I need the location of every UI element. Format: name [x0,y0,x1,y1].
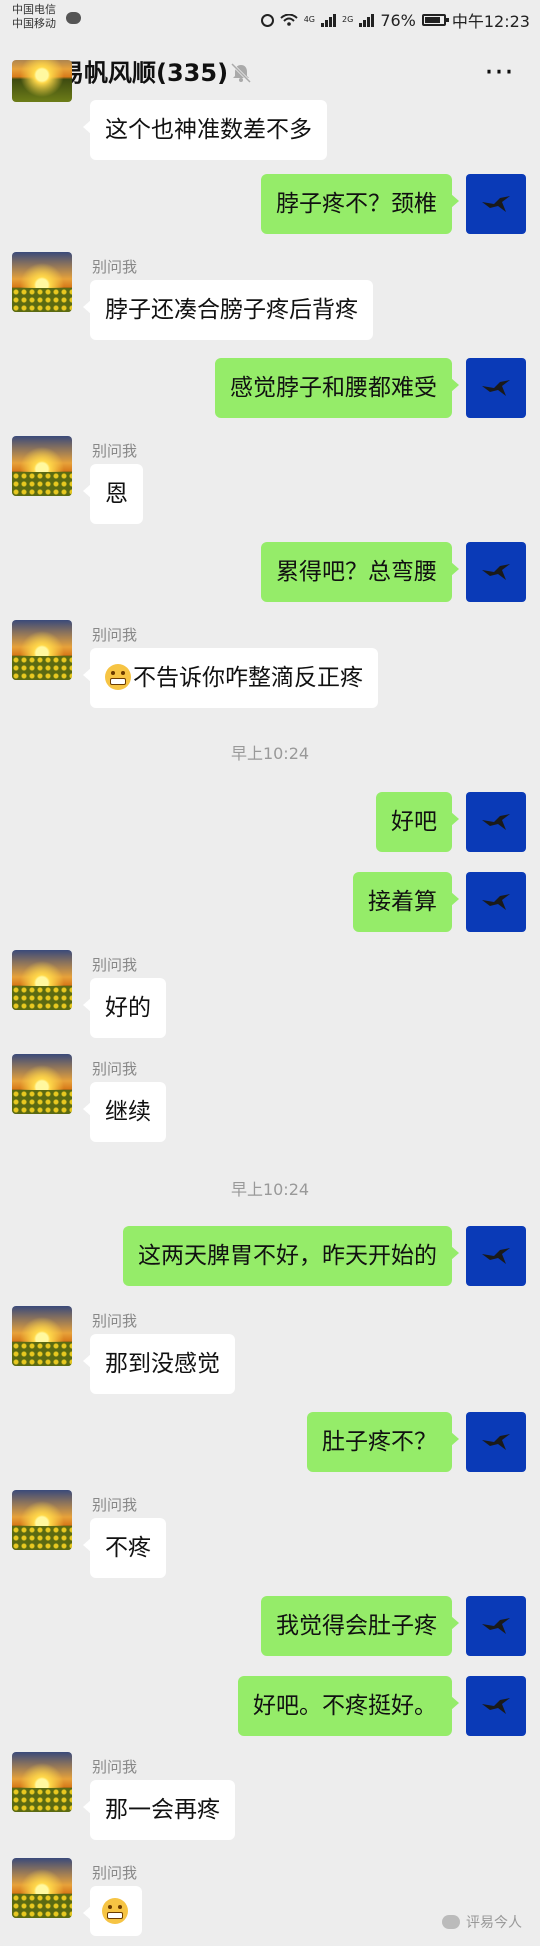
bird-icon [482,1248,510,1264]
sender-name: 别问我 [92,1312,138,1330]
message-bubble[interactable]: 好吧。不疼挺好。 [238,1676,459,1736]
avatar[interactable] [466,1676,526,1736]
avatar[interactable] [12,436,72,496]
bird-icon [482,1434,510,1450]
message-bubble[interactable]: 感觉脖子和腰都难受 [215,358,459,418]
timestamp: 早上10:24 [230,1180,310,1199]
message-bubble[interactable] [83,1886,142,1936]
sender-name: 别问我 [92,1060,138,1078]
bird-icon [482,564,510,580]
message-bubble[interactable]: 那到没感觉 [83,1334,235,1394]
message-bubble[interactable]: 我觉得会肚子疼 [261,1596,459,1656]
message-bubble[interactable]: 接着算 [353,872,459,932]
sender-name: 别问我 [92,1864,138,1882]
avatar[interactable] [12,1306,72,1366]
sender-name: 别问我 [92,1496,138,1514]
avatar[interactable] [466,542,526,602]
sender-name: 别问我 [92,258,138,276]
avatar[interactable] [12,60,72,102]
avatar[interactable] [12,950,72,1010]
message-bubble[interactable]: 那一会再疼 [83,1780,235,1840]
bird-icon [482,380,510,396]
avatar[interactable] [466,792,526,852]
message-bubble[interactable]: 不告诉你咋整滴反正疼 [83,648,378,708]
timestamp: 早上10:24 [230,744,310,763]
bird-icon [482,1618,510,1634]
message-bubble[interactable]: 好的 [83,978,166,1038]
avatar[interactable] [12,1490,72,1550]
bird-icon [482,894,510,910]
avatar[interactable] [12,1752,72,1812]
message-bubble[interactable]: 继续 [83,1082,166,1142]
sender-name: 别问我 [92,956,138,974]
message-bubble[interactable]: 不疼 [83,1518,166,1578]
avatar[interactable] [466,1596,526,1656]
avatar[interactable] [12,620,72,680]
message-bubble[interactable]: 好吧 [376,792,459,852]
avatar[interactable] [466,1226,526,1286]
message-text: 不告诉你咋整滴反正疼 [133,665,363,691]
sender-name: 别问我 [92,626,138,644]
avatar[interactable] [466,358,526,418]
bird-icon [482,814,510,830]
avatar[interactable] [466,872,526,932]
grimace-emoji-icon [105,664,131,690]
avatar[interactable] [12,252,72,312]
sender-name: 别问我 [92,442,138,460]
bird-icon [482,1698,510,1714]
wechat-icon [442,1915,460,1929]
avatar[interactable] [12,1054,72,1114]
avatar[interactable] [12,1858,72,1918]
message-list: 这个也神准数差不多 脖子疼不？颈椎 别问我 脖子还凑合膀子疼后背疼 感觉脖子和腰… [0,0,540,1946]
message-bubble[interactable]: 这两天脾胃不好，昨天开始的 [123,1226,459,1286]
message-bubble[interactable]: 肚子疼不？ [307,1412,459,1472]
avatar[interactable] [466,174,526,234]
message-bubble[interactable]: 恩 [83,464,143,524]
message-bubble[interactable]: 这个也神准数差不多 [83,100,327,160]
sender-name: 别问我 [92,1758,138,1776]
bird-icon [482,196,510,212]
message-bubble[interactable]: 累得吧？总弯腰 [261,542,459,602]
grimace-emoji-icon [102,1898,128,1924]
avatar[interactable] [466,1412,526,1472]
message-bubble[interactable]: 脖子疼不？颈椎 [261,174,459,234]
watermark-text: 评易今人 [466,1915,522,1931]
message-bubble[interactable]: 脖子还凑合膀子疼后背疼 [83,280,373,340]
watermark: 评易今人 [442,1912,522,1932]
